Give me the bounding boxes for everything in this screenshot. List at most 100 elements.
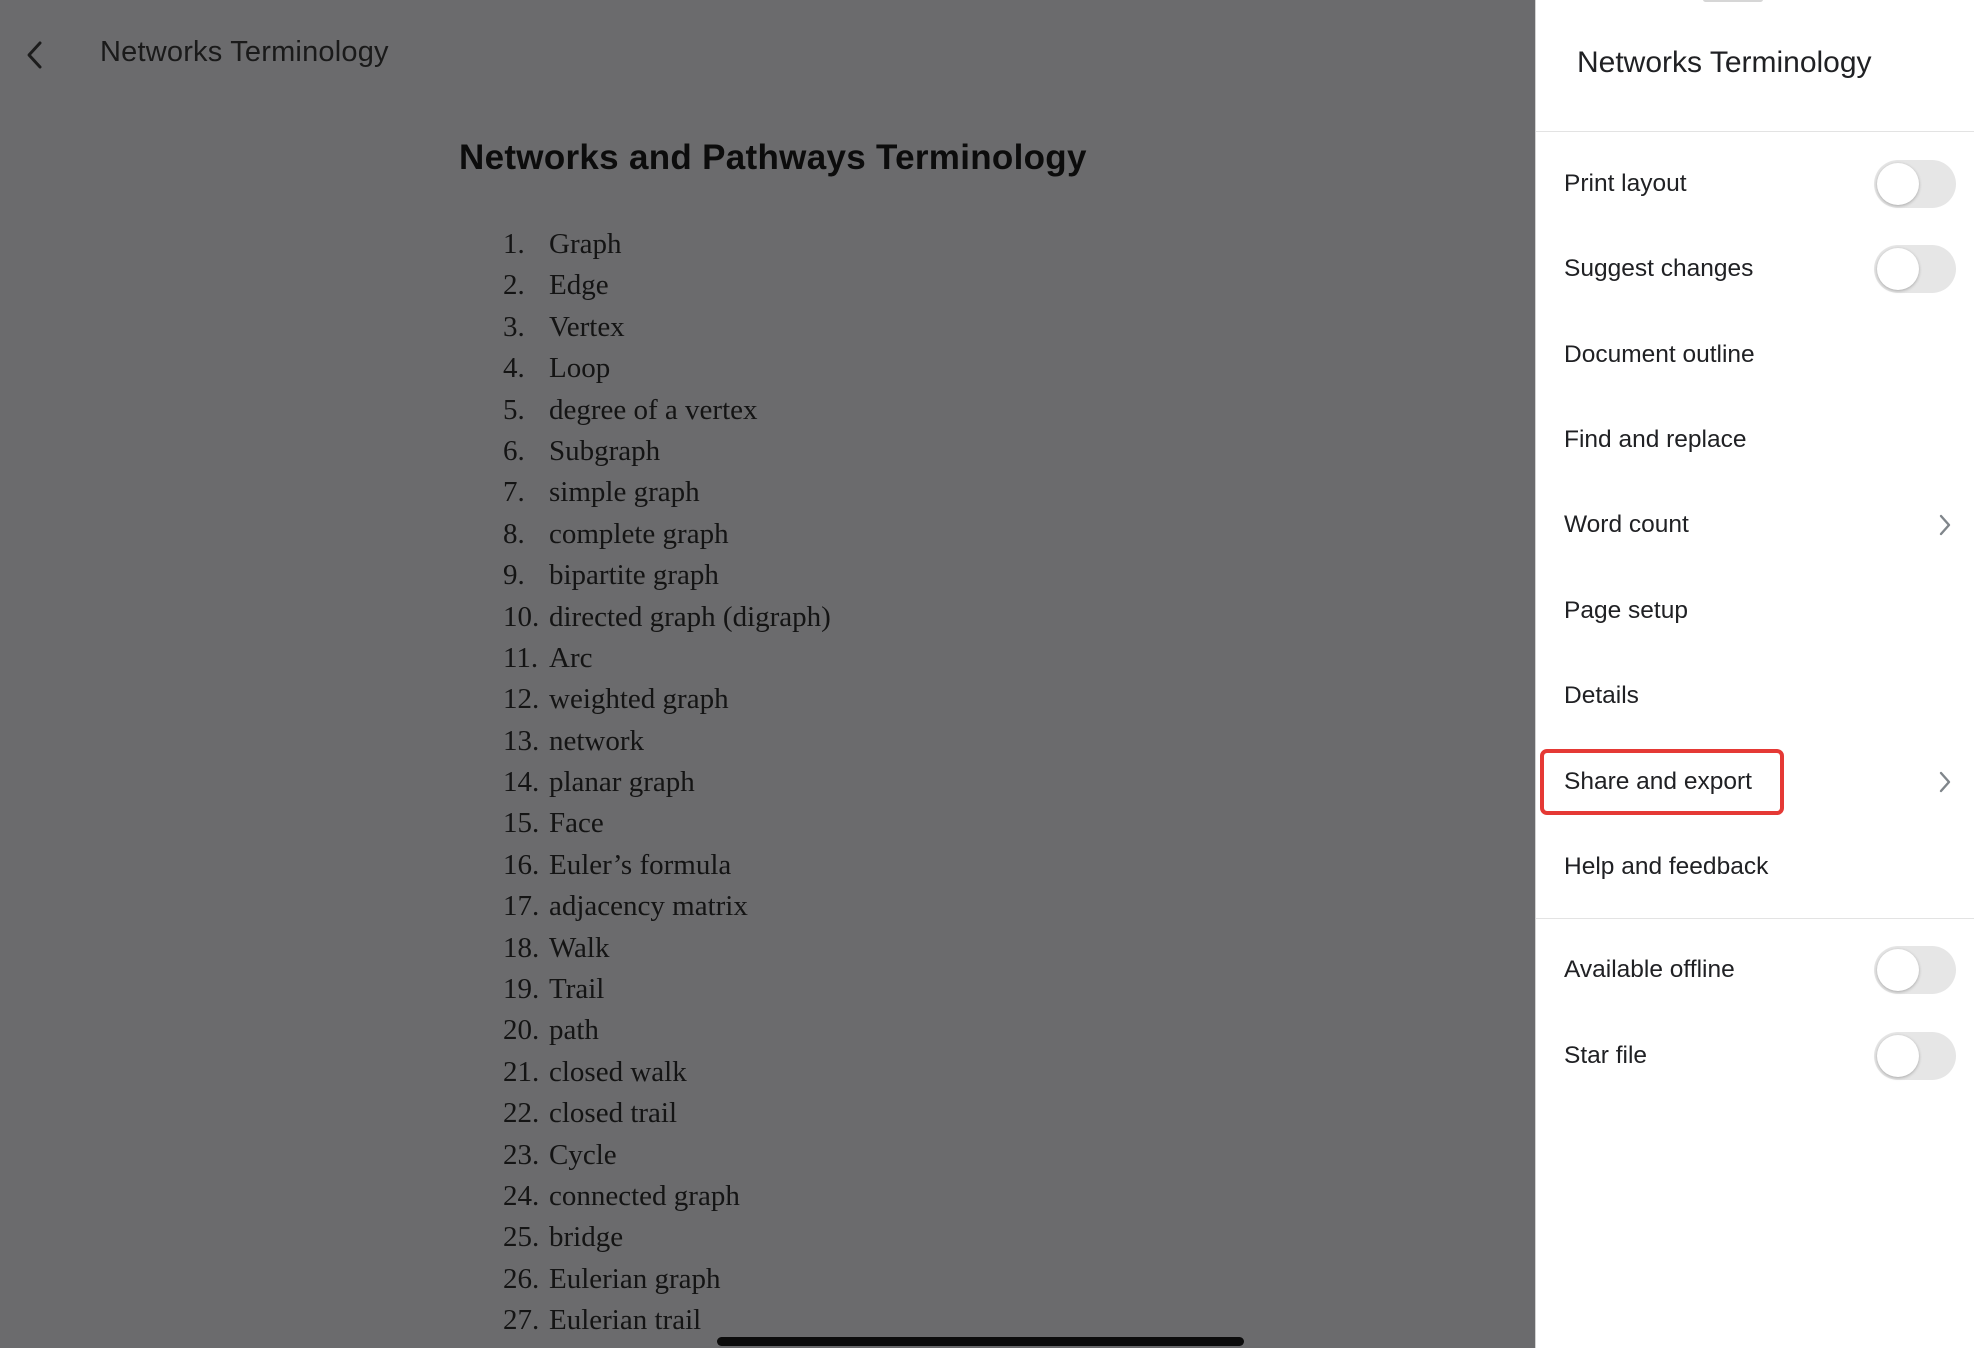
document-settings-panel: Networks Terminology Print layout Suggest… xyxy=(1535,0,1974,1348)
menu-item-find-and-replace[interactable]: Find and replace xyxy=(1536,404,1974,476)
menu-item-suggest-changes[interactable]: Suggest changes xyxy=(1536,233,1974,305)
list-item-text: Cycle xyxy=(549,1138,617,1171)
list-item-number: 13. xyxy=(503,724,540,757)
list-item-number: 24. xyxy=(503,1179,540,1212)
list-item-number: 14. xyxy=(503,766,540,799)
panel-title: Networks Terminology xyxy=(1577,46,1872,79)
list-item-text: path xyxy=(549,1014,599,1047)
list-item-number: 9. xyxy=(503,559,525,592)
menu-item-label: Share and export xyxy=(1564,768,1752,795)
list-item-number: 27. xyxy=(503,1304,540,1337)
list-item-number: 22. xyxy=(503,1097,540,1130)
list-item-text: Graph xyxy=(549,228,622,260)
list-item: 24. connected graph xyxy=(503,1176,831,1217)
print-layout-toggle[interactable] xyxy=(1874,160,1956,208)
list-item-number: 5. xyxy=(503,393,525,426)
list-item-number: 23. xyxy=(503,1138,540,1171)
list-item: 7. simple graph xyxy=(503,472,831,513)
list-item-number: 7. xyxy=(503,476,525,509)
list-item-number: 26. xyxy=(503,1262,540,1295)
toggle-knob xyxy=(1877,949,1919,991)
toggle-knob xyxy=(1877,1035,1919,1077)
suggest-changes-toggle[interactable] xyxy=(1874,245,1956,293)
list-item-text: simple graph xyxy=(549,476,700,509)
star-file-toggle[interactable] xyxy=(1874,1032,1956,1080)
list-item: 5. degree of a vertex xyxy=(503,390,831,431)
terminology-list: 1. Graph 2. Edge 3. Vertex 4. Loop 5. degree of a… xyxy=(503,224,831,1342)
menu-item-label: Page setup xyxy=(1564,597,1688,624)
list-item-text: complete graph xyxy=(549,517,729,550)
list-item-number: 18. xyxy=(503,931,540,964)
list-item-text: Subgraph xyxy=(549,434,661,467)
menu-item-label: Word count xyxy=(1564,511,1689,538)
list-item-text: closed walk xyxy=(549,1055,687,1088)
list-item: 4. Loop xyxy=(503,348,831,389)
list-item: 16. Euler’s formula xyxy=(503,845,831,886)
list-item-number: 15. xyxy=(503,807,540,840)
list-item-number: 12. xyxy=(503,683,540,716)
list-item-text: Eulerian trail xyxy=(549,1304,702,1337)
menu-item-label: Star file xyxy=(1564,1042,1648,1069)
list-item-text: Vertex xyxy=(549,310,625,343)
available-offline-toggle[interactable] xyxy=(1874,946,1956,994)
list-item-number: 8. xyxy=(503,517,525,550)
home-indicator xyxy=(717,1337,1244,1346)
menu-item-available-offline[interactable]: Available offline xyxy=(1536,934,1974,1006)
back-button[interactable] xyxy=(14,30,54,80)
list-item-number: 25. xyxy=(503,1221,540,1254)
menu-item-share-and-export[interactable]: Share and export xyxy=(1536,746,1974,818)
panel-grabber[interactable] xyxy=(1703,0,1763,2)
list-item-number: 6. xyxy=(503,434,525,467)
panel-divider xyxy=(1536,131,1974,132)
menu-item-label: Suggest changes xyxy=(1564,255,1754,282)
chevron-right-icon xyxy=(1939,771,1951,793)
list-item: 27. Eulerian trail xyxy=(503,1300,831,1341)
list-item: 8. complete graph xyxy=(503,514,831,555)
menu-item-details[interactable]: Details xyxy=(1536,660,1974,732)
document-area: Networks Terminology Networks and Pathwa… xyxy=(0,0,1535,1348)
list-item: 21. closed walk xyxy=(503,1052,831,1093)
chevron-left-icon xyxy=(27,41,42,69)
menu-item-word-count[interactable]: Word count xyxy=(1536,489,1974,561)
list-item-number: 2. xyxy=(503,269,525,302)
list-item-number: 4. xyxy=(503,352,525,385)
list-item: 15. Face xyxy=(503,803,831,844)
list-item-text: directed graph (digraph) xyxy=(549,600,831,633)
list-item: 1. Graph xyxy=(503,224,831,265)
list-item: 19. Trail xyxy=(503,969,831,1010)
document-heading: Networks and Pathways Terminology xyxy=(459,138,1087,177)
menu-item-label: Help and feedback xyxy=(1564,853,1769,880)
toggle-knob xyxy=(1877,163,1919,205)
menu-item-print-layout[interactable]: Print layout xyxy=(1536,148,1974,220)
list-item: 23. Cycle xyxy=(503,1135,831,1176)
list-item-text: planar graph xyxy=(549,766,695,799)
list-item-text: network xyxy=(549,724,645,757)
menu-item-help-and-feedback[interactable]: Help and feedback xyxy=(1536,831,1974,903)
list-item-number: 19. xyxy=(503,973,540,1006)
list-item-text: Walk xyxy=(549,931,610,964)
list-item: 12. weighted graph xyxy=(503,679,831,720)
list-item-number: 21. xyxy=(503,1055,540,1088)
list-item-number: 10. xyxy=(503,600,540,633)
list-item: 3. Vertex xyxy=(503,307,831,348)
list-item-text: Edge xyxy=(549,269,609,302)
list-item-text: Face xyxy=(549,807,604,840)
menu-item-page-setup[interactable]: Page setup xyxy=(1536,575,1974,647)
menu-item-label: Find and replace xyxy=(1564,426,1747,453)
list-item: 20. path xyxy=(503,1010,831,1051)
list-item-number: 1. xyxy=(503,228,525,260)
list-item: 13. network xyxy=(503,721,831,762)
menu-item-star-file[interactable]: Star file xyxy=(1536,1020,1974,1092)
list-item: 9. bipartite graph xyxy=(503,555,831,596)
document-title: Networks Terminology xyxy=(100,36,389,68)
list-item-text: connected graph xyxy=(549,1179,740,1212)
list-item-text: degree of a vertex xyxy=(549,393,758,426)
list-item-text: Loop xyxy=(549,352,611,385)
list-item-text: Euler’s formula xyxy=(549,848,732,881)
list-item-number: 11. xyxy=(503,641,539,674)
menu-item-label: Print layout xyxy=(1564,170,1687,197)
panel-divider xyxy=(1536,918,1974,919)
menu-item-document-outline[interactable]: Document outline xyxy=(1536,319,1974,391)
list-item-number: 16. xyxy=(503,848,540,881)
list-item: 17. adjacency matrix xyxy=(503,886,831,927)
